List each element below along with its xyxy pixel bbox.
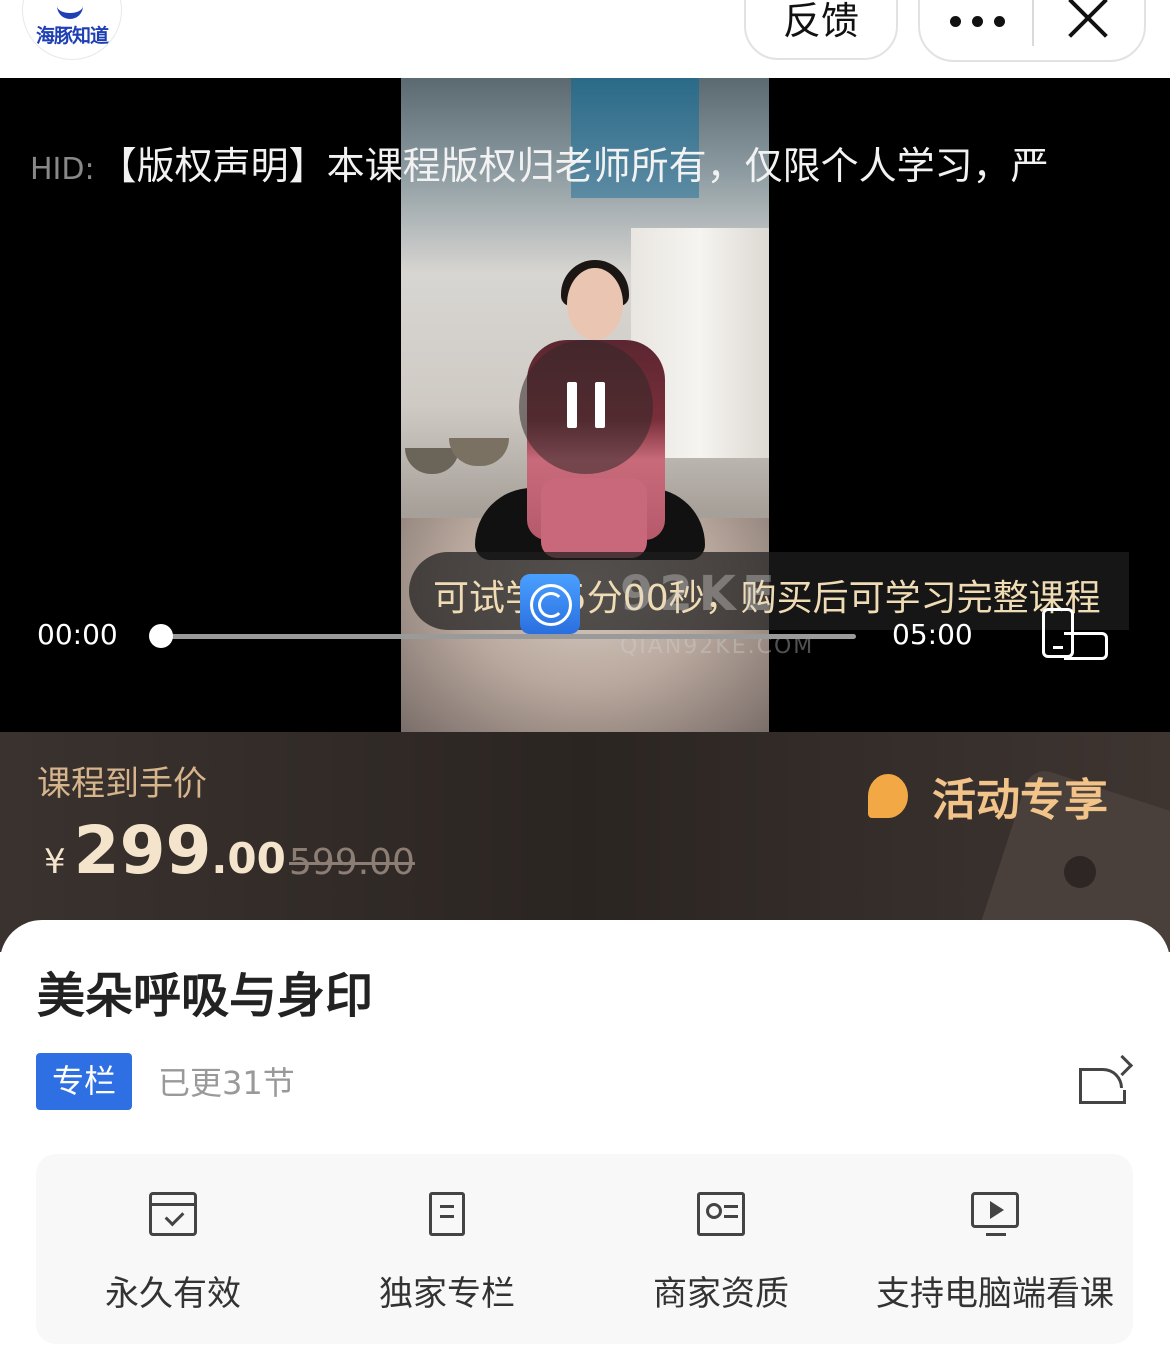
progress-thumb[interactable] bbox=[149, 624, 173, 648]
id-card-icon bbox=[697, 1192, 745, 1236]
top-bar: 海豚知道 反馈 bbox=[0, 0, 1170, 78]
course-title: 美朵呼吸与身印 bbox=[37, 968, 374, 1024]
feedback-label: 反馈 bbox=[782, 0, 859, 43]
more-dots-icon[interactable] bbox=[950, 16, 1006, 28]
dolphin-logo-icon bbox=[57, 0, 83, 19]
price-decimal: .00 bbox=[211, 834, 286, 883]
capsule-divider bbox=[1032, 0, 1034, 46]
watermark-hid: HID: bbox=[30, 152, 95, 185]
feature-label: 支持电脑端看课 bbox=[876, 1274, 1114, 1314]
update-count: 已更31节 bbox=[158, 1064, 295, 1102]
mini-program-capsule bbox=[918, 0, 1146, 62]
feature-list: 永久有效 独家专栏 商家资质 支持电脑端看课 bbox=[36, 1154, 1133, 1344]
dolphin-icon bbox=[868, 774, 908, 818]
feature-label: 永久有效 bbox=[105, 1274, 241, 1314]
overlay-watermark: 92KE bbox=[620, 566, 781, 622]
progress-track[interactable] bbox=[160, 634, 856, 639]
logo-text: 海豚知道 bbox=[35, 25, 109, 47]
column-badge: 专栏 bbox=[36, 1053, 132, 1110]
feature-item-desktop: 支持电脑端看课 bbox=[858, 1154, 1132, 1344]
feature-item-permanent: 永久有效 bbox=[36, 1154, 310, 1344]
feature-label: 商家资质 bbox=[653, 1274, 789, 1314]
rotate-screen-icon[interactable] bbox=[1040, 608, 1110, 664]
app-logo[interactable]: 海豚知道 bbox=[22, 0, 122, 60]
course-info-card: 美朵呼吸与身印 专栏 已更31节 永久有效 独家专栏 商家资质 支持电脑端看课 bbox=[0, 920, 1170, 1360]
watermark-text: 【版权声明】本课程版权归老师所有，仅限个人学习，严 bbox=[98, 144, 1049, 185]
copyright-marquee: HID: 【版权声明】本课程版权归老师所有，仅限个人学习，严 bbox=[30, 135, 1120, 185]
current-time: 00:00 bbox=[37, 618, 118, 651]
price-banner: 课程到手价 ¥299.00 599.00 活动专享 bbox=[0, 732, 1170, 952]
feature-item-qualification[interactable]: 商家资质 bbox=[584, 1154, 858, 1344]
calendar-check-icon bbox=[149, 1192, 197, 1236]
currency-symbol: ¥ bbox=[44, 842, 66, 882]
document-icon bbox=[429, 1192, 465, 1236]
original-price: 599.00 bbox=[289, 842, 415, 883]
banner-decoration-dot bbox=[1064, 856, 1096, 888]
price-label: 课程到手价 bbox=[37, 764, 207, 804]
share-icon[interactable] bbox=[1079, 1054, 1134, 1106]
floating-app-icon[interactable] bbox=[520, 574, 580, 634]
video-player[interactable]: HID: 【版权声明】本课程版权归老师所有，仅限个人学习，严 可试学05分00秒，… bbox=[0, 78, 1170, 732]
price-integer: 299 bbox=[73, 812, 212, 889]
pause-icon[interactable] bbox=[519, 340, 653, 474]
sale-price: ¥299.00 bbox=[44, 812, 286, 889]
total-time: 05:00 bbox=[892, 618, 973, 651]
close-icon[interactable] bbox=[1066, 0, 1110, 40]
promo-label: 活动专享 bbox=[932, 775, 1108, 826]
feature-item-exclusive: 独家专栏 bbox=[310, 1154, 584, 1344]
feedback-button[interactable]: 反馈 bbox=[744, 0, 898, 60]
monitor-play-icon bbox=[971, 1192, 1019, 1236]
feature-label: 独家专栏 bbox=[379, 1274, 515, 1314]
